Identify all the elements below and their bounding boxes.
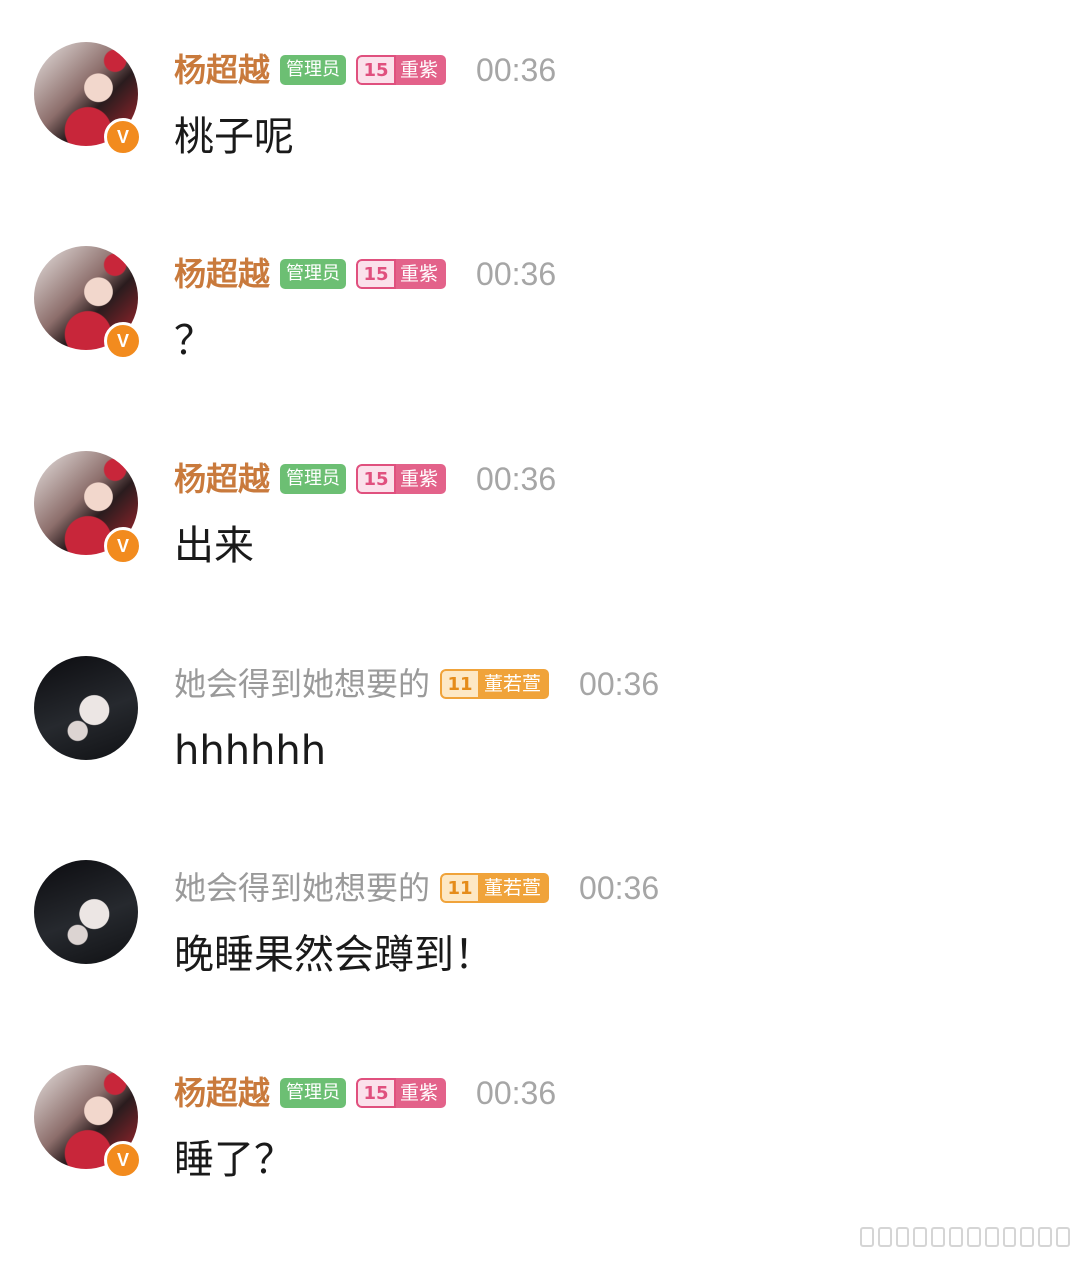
verified-badge-icon: V: [104, 118, 142, 156]
message-text: 睡了？: [174, 1137, 294, 1183]
message-header: 杨超越 管理员 15 重紫 00:36: [174, 254, 556, 294]
fan-level-label: 董若萱: [480, 669, 550, 699]
chat-message: 她会得到她想要的 11 董若萱 00:36 hhhhhh: [0, 656, 1080, 836]
admin-tag: 管理员: [280, 464, 347, 494]
fan-level-badge[interactable]: 15 重紫: [356, 55, 447, 85]
avatar[interactable]: [34, 860, 138, 964]
sender-name[interactable]: 杨超越: [174, 50, 270, 90]
fan-level-badge[interactable]: 11 董若萱: [440, 669, 550, 699]
verified-badge-icon: V: [104, 1141, 142, 1179]
fan-level-badge[interactable]: 15 重紫: [356, 1078, 447, 1108]
sender-name[interactable]: 杨超越: [174, 459, 270, 499]
message-header: 杨超越 管理员 15 重紫 00:36: [174, 1073, 556, 1113]
message-time: 00:36: [579, 870, 660, 906]
verified-badge-icon: V: [104, 322, 142, 360]
sender-name[interactable]: 她会得到她想要的: [174, 664, 430, 704]
chat-message: V 杨超越 管理员 15 重紫 00:36 桃子呢: [0, 42, 1080, 222]
chat-message: 她会得到她想要的 11 董若萱 00:36 晚睡果然会蹲到！: [0, 860, 1080, 1040]
fan-level-label: 重紫: [396, 464, 447, 494]
chat-message: V 杨超越 管理员 15 重紫 00:36 出来: [0, 451, 1080, 631]
message-text: ？: [174, 318, 214, 364]
message-text: 晚睡果然会蹲到！: [174, 932, 494, 978]
message-header: 她会得到她想要的 11 董若萱 00:36: [174, 868, 659, 908]
admin-tag: 管理员: [280, 259, 347, 289]
fan-level-badge[interactable]: 11 董若萱: [440, 873, 550, 903]
fan-level-number: 15: [356, 259, 397, 289]
sender-name[interactable]: 杨超越: [174, 254, 270, 294]
message-header: 杨超越 管理员 15 重紫 00:36: [174, 459, 556, 499]
message-header: 杨超越 管理员 15 重紫 00:36: [174, 50, 556, 90]
message-text: 桃子呢: [174, 114, 294, 160]
message-time: 00:36: [476, 1075, 557, 1111]
verified-badge-icon: V: [104, 527, 142, 565]
message-time: 00:36: [579, 666, 660, 702]
message-time: 00:36: [476, 256, 557, 292]
fan-level-label: 重紫: [396, 1078, 447, 1108]
message-time: 00:36: [476, 52, 557, 88]
chat-message: V 杨超越 管理员 15 重紫 00:36 睡了？: [0, 1065, 1080, 1245]
fan-level-badge[interactable]: 15 重紫: [356, 464, 447, 494]
fan-level-label: 董若萱: [480, 873, 550, 903]
message-time: 00:36: [476, 461, 557, 497]
sender-name[interactable]: 她会得到她想要的: [174, 868, 430, 908]
admin-tag: 管理员: [280, 1078, 347, 1108]
message-header: 她会得到她想要的 11 董若萱 00:36: [174, 664, 659, 704]
fan-level-number: 11: [440, 873, 481, 903]
fan-level-label: 重紫: [396, 55, 447, 85]
fan-level-number: 15: [356, 1078, 397, 1108]
fan-level-badge[interactable]: 15 重紫: [356, 259, 447, 289]
chat-message-list: V 杨超越 管理员 15 重紫 00:36 桃子呢 V 杨超越 管理员 15 重…: [0, 0, 1080, 1262]
fan-level-number: 11: [440, 669, 481, 699]
avatar[interactable]: [34, 656, 138, 760]
chat-message: V 杨超越 管理员 15 重紫 00:36 ？: [0, 246, 1080, 426]
sender-name[interactable]: 杨超越: [174, 1073, 270, 1113]
fan-level-label: 重紫: [396, 259, 447, 289]
fan-level-number: 15: [356, 464, 397, 494]
admin-tag: 管理员: [280, 55, 347, 85]
message-text: 出来: [174, 523, 254, 569]
watermark: [860, 1226, 1070, 1248]
message-text: hhhhhh: [174, 728, 327, 774]
fan-level-number: 15: [356, 55, 397, 85]
